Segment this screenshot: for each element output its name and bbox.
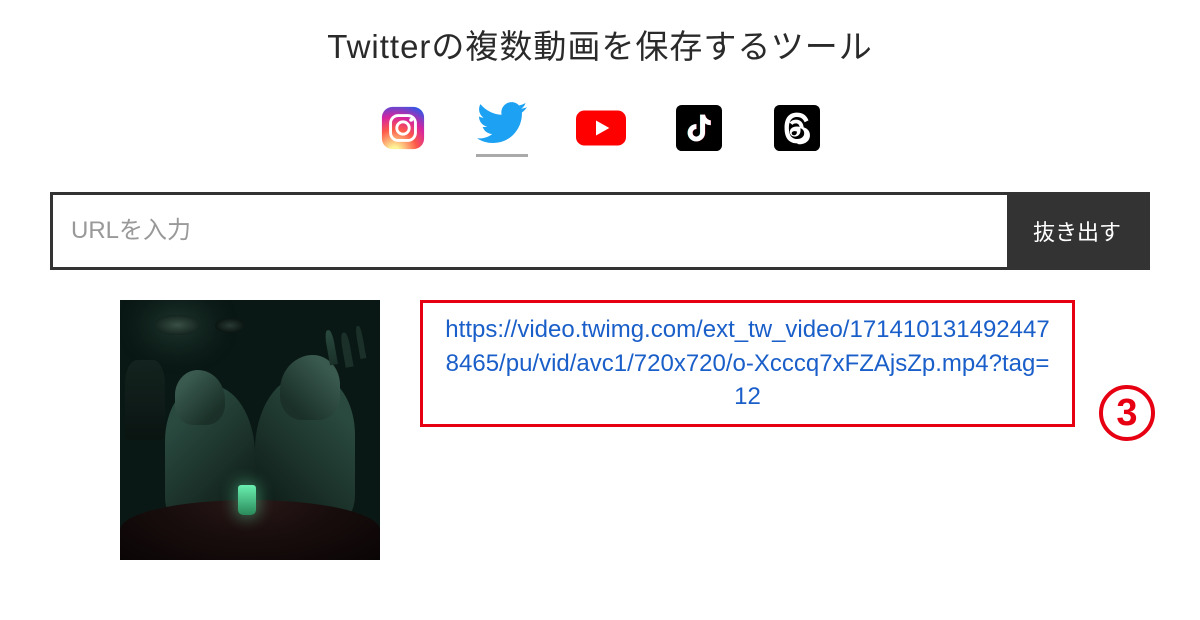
url-input-row: 抜き出す [50,192,1150,270]
twitter-icon[interactable] [477,98,527,148]
tiktok-icon[interactable] [674,103,724,153]
step-annotation: 3 [1099,385,1155,441]
instagram-icon[interactable] [378,103,428,153]
result-row: https://video.twimg.com/ext_tw_video/171… [50,300,1150,560]
page-title: Twitterの複数動画を保存するツール [50,20,1150,68]
twitter-active-indicator [476,154,528,157]
video-thumbnail[interactable] [120,300,380,560]
url-input[interactable] [53,195,1007,267]
social-icons-row [50,98,1150,157]
threads-icon[interactable] [772,103,822,153]
video-url-box: https://video.twimg.com/ext_tw_video/171… [420,300,1075,427]
youtube-icon[interactable] [576,103,626,153]
video-url-link[interactable]: https://video.twimg.com/ext_tw_video/171… [445,316,1049,410]
extract-button[interactable]: 抜き出す [1007,195,1147,267]
